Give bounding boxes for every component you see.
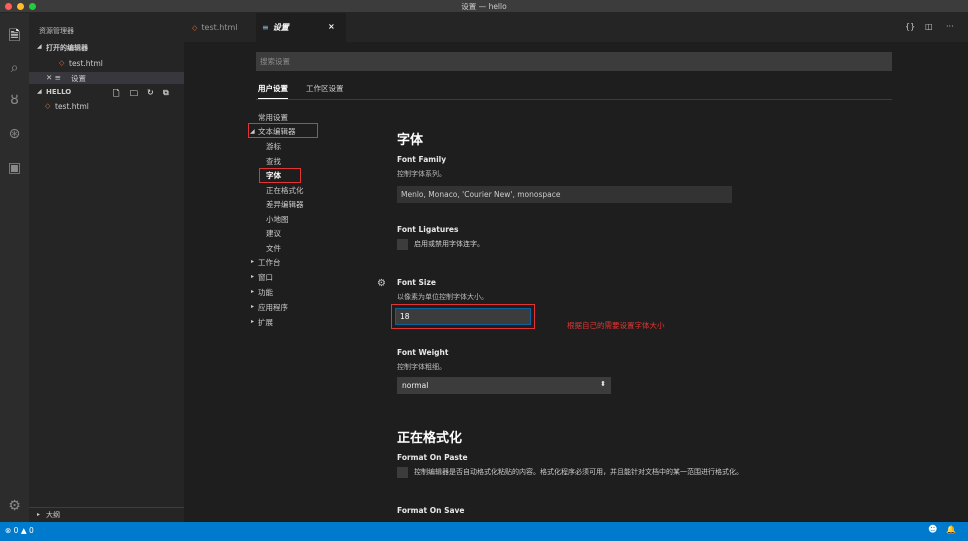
source-control-icon[interactable]: ȣ — [6, 91, 23, 108]
tabs-divider — [256, 99, 892, 100]
chevron-right-icon: ▸ — [251, 273, 255, 280]
file-item-test-html[interactable]: ◇ test.html — [29, 101, 184, 113]
close-editor-icon[interactable]: ✕ ≡ — [46, 73, 61, 82]
feedback-smiley-icon[interactable]: ☻ — [928, 525, 937, 535]
gear-icon[interactable]: ⚙ — [377, 278, 386, 289]
chevron-right-icon: ▸ — [251, 258, 255, 265]
setting-title-font-family: Font Family — [397, 155, 447, 164]
window-title: 设置 — hello — [461, 2, 507, 11]
toc-workbench[interactable]: 工作台 — [258, 257, 281, 268]
more-actions-icon[interactable]: ··· — [946, 22, 954, 31]
files-icon[interactable]: 🗎 — [6, 27, 23, 44]
setting-desc-font-ligatures: 启用或禁用字体连字。 — [414, 240, 484, 248]
font-family-input[interactable]: Menlo, Monaco, 'Courier New', monospace — [397, 186, 732, 203]
setting-desc-font-size: 以像素为单位控制字体大小。 — [397, 293, 488, 301]
toc-minimap[interactable]: 小地图 — [266, 214, 289, 225]
setting-desc-format-on-paste: 控制编辑器是否自动格式化粘贴的内容。格式化程序必须可用，并且能针对文档中的某一范… — [414, 468, 743, 476]
outline-label: 大纲 — [46, 511, 60, 519]
annotation-note: 根据自己的需要设置字体大小 — [567, 321, 665, 330]
open-editors-section[interactable]: ◢ 打开的编辑器 — [29, 42, 184, 54]
setting-desc-font-family: 控制字体系列。 — [397, 170, 446, 178]
font-weight-select[interactable]: normal ⬍ — [397, 377, 611, 394]
chevron-down-icon: ◢ — [37, 43, 42, 50]
open-editor-item-test-html[interactable]: ◇ test.html — [29, 58, 184, 70]
chevron-down-icon: ◢ — [37, 88, 42, 95]
hello-folder-section[interactable]: ◢ HELLO 🗋 🗀 ↻ ⧉ — [29, 87, 184, 99]
tab-settings[interactable]: ≡ 设置 × — [256, 13, 346, 42]
chevron-right-icon: ▸ — [251, 318, 255, 325]
search-icon[interactable]: ⌕ — [6, 59, 23, 76]
setting-desc-font-weight: 控制字体粗细。 — [397, 363, 446, 371]
tab-user-settings[interactable]: 用户设置 — [258, 83, 288, 99]
tab-label: 设置 — [272, 23, 289, 32]
debug-icon[interactable]: ⊛ — [6, 125, 23, 142]
refresh-icon[interactable]: ↻ — [147, 88, 154, 97]
format-on-paste-checkbox[interactable] — [397, 467, 408, 478]
file-name: test.html — [55, 102, 89, 111]
close-icon[interactable]: × — [328, 22, 335, 31]
chevron-right-icon: ▸ — [251, 288, 255, 295]
gear-icon[interactable]: ⚙ — [6, 497, 23, 514]
highlight-box — [259, 168, 301, 183]
toc-find[interactable]: 查找 — [266, 156, 281, 167]
toc-application[interactable]: 应用程序 — [258, 302, 288, 313]
open-editor-item-settings[interactable]: ✕ ≡ 设置 — [29, 72, 184, 84]
toc-suggestions[interactable]: 建议 — [266, 228, 281, 239]
extensions-icon[interactable]: ▣ — [6, 159, 23, 176]
tab-label: test.html — [201, 23, 238, 32]
setting-title-format-on-paste: Format On Paste — [397, 453, 468, 462]
problems-status[interactable]: ⊗ 0 ▲ 0 — [5, 526, 34, 535]
toc-common[interactable]: 常用设置 — [258, 112, 288, 123]
settings-editor: 搜索设置 用户设置 工作区设置 常用设置 ◢ 文本编辑器 游标 查找 字体 正在… — [184, 42, 968, 522]
explorer-sidebar: 资源管理器 ◢ 打开的编辑器 ◇ test.html ✕ ≡ 设置 ◢ HELL… — [29, 13, 184, 522]
tab-test-html[interactable]: ◇ test.html — [184, 13, 256, 42]
collapse-icon[interactable]: ⧉ — [163, 88, 169, 98]
explorer-header: 资源管理器 — [39, 27, 74, 35]
font-ligatures-checkbox[interactable] — [397, 239, 408, 250]
outline-section[interactable]: ▸ 大纲 — [29, 507, 184, 521]
editor-tabs: ◇ test.html ≡ 设置 × {} ◫ ··· — [184, 13, 968, 42]
new-folder-icon[interactable]: 🗀 — [130, 88, 138, 102]
html-file-icon: ◇ — [59, 59, 65, 67]
settings-search-input[interactable]: 搜索设置 — [256, 52, 892, 71]
highlight-box — [248, 123, 318, 138]
setting-title-font-weight: Font Weight — [397, 348, 449, 357]
status-bar: ⊗ 0 ▲ 0 ☻ 🔔 — [0, 522, 968, 541]
toc-window[interactable]: 窗口 — [258, 272, 273, 283]
split-editor-icon[interactable]: ◫ — [925, 22, 933, 31]
notifications-bell-icon[interactable]: 🔔 — [946, 525, 956, 534]
toc-diff-editor[interactable]: 差异编辑器 — [266, 199, 304, 210]
toc-extensions[interactable]: 扩展 — [258, 317, 273, 328]
select-arrow-icon: ⬍ — [600, 380, 606, 388]
setting-title-font-ligatures: Font Ligatures — [397, 225, 459, 234]
settings-file-icon: ≡ — [262, 23, 269, 32]
setting-title-font-size: Font Size — [397, 278, 436, 287]
toc-files[interactable]: 文件 — [266, 243, 281, 254]
highlight-box — [391, 304, 535, 329]
section-heading-font: 字体 — [397, 133, 424, 148]
html-file-icon: ◇ — [192, 23, 198, 32]
toc-cursor[interactable]: 游标 — [266, 141, 281, 152]
setting-title-format-on-save: Format On Save — [397, 506, 465, 515]
new-file-icon[interactable]: 🗋 — [113, 88, 119, 102]
open-settings-json-icon[interactable]: {} — [905, 22, 915, 31]
toc-formatting[interactable]: 正在格式化 — [266, 185, 304, 196]
chevron-right-icon: ▸ — [37, 511, 41, 518]
chevron-right-icon: ▸ — [251, 303, 255, 310]
open-editor-filename: 设置 — [71, 74, 86, 83]
tab-workspace-settings[interactable]: 工作区设置 — [306, 83, 344, 94]
html-file-icon: ◇ — [45, 102, 51, 110]
section-heading-formatting: 正在格式化 — [397, 431, 463, 446]
folder-label: HELLO — [46, 88, 72, 96]
activity-bar: 🗎 ⌕ ȣ ⊛ ▣ ⚙ — [0, 13, 29, 522]
open-editors-label: 打开的编辑器 — [46, 44, 88, 52]
open-editor-filename: test.html — [69, 59, 103, 68]
toc-features[interactable]: 功能 — [258, 287, 273, 298]
title-bar: 设置 — hello — [0, 0, 968, 13]
font-weight-value: normal — [402, 381, 429, 390]
